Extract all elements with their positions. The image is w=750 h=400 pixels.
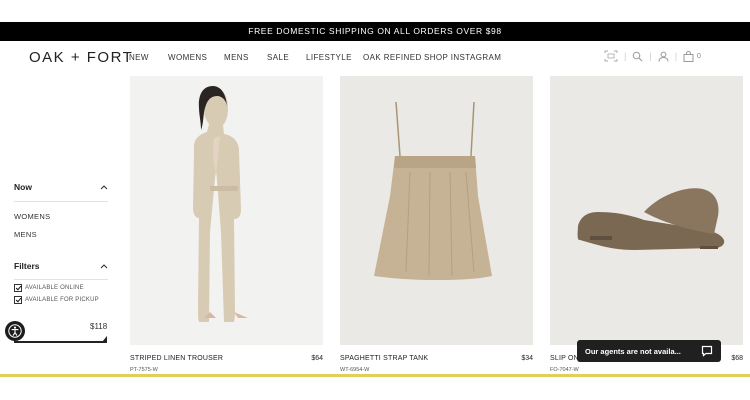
nav-shop-instagram[interactable]: SHOP INSTAGRAM xyxy=(424,53,504,62)
product-sku: WT-6954-W xyxy=(340,367,370,373)
product-price: $68 xyxy=(731,355,743,362)
checkbox-box[interactable] xyxy=(14,296,22,304)
chat-widget[interactable]: Our agents are not availa... xyxy=(577,340,721,362)
product-price: $64 xyxy=(311,355,323,362)
product-sku: PT-7575-W xyxy=(130,367,158,373)
product-card[interactable]: SLIP ON $68 FO-7047-W xyxy=(550,76,743,373)
nav-new[interactable]: NEW xyxy=(129,53,168,62)
chat-status-text: Our agents are not availa... xyxy=(585,346,681,356)
divider xyxy=(14,279,108,280)
checkbox-label: AVAILABLE ONLINE xyxy=(25,285,84,291)
product-name[interactable]: SPAGHETTI STRAP TANK xyxy=(340,355,428,362)
barcode-scan-icon[interactable] xyxy=(604,50,618,62)
chat-bubble-icon xyxy=(701,345,713,357)
divider: | xyxy=(674,51,678,61)
chevron-up-icon xyxy=(100,264,108,269)
product-price: $34 xyxy=(521,355,533,362)
divider: | xyxy=(624,51,627,61)
search-icon[interactable] xyxy=(632,51,643,62)
product-name[interactable]: STRIPED LINEN TROUSER xyxy=(130,355,223,362)
product-card[interactable]: STRIPED LINEN TROUSER $64 PT-7575-W xyxy=(130,76,323,373)
category-mens[interactable]: MENS xyxy=(14,230,37,239)
product-image[interactable] xyxy=(550,76,743,345)
site-logo[interactable]: OAK + FORT xyxy=(29,49,133,66)
cart-count: 0 xyxy=(697,52,701,60)
nav-lifestyle[interactable]: LIFESTYLE xyxy=(306,53,363,62)
nav-sale[interactable]: SALE xyxy=(267,53,306,62)
price-slider-handle[interactable] xyxy=(102,336,107,342)
available-for-pickup-checkbox[interactable]: AVAILABLE FOR PICKUP xyxy=(14,296,99,304)
bottom-margin xyxy=(0,377,750,400)
checkbox-label: AVAILABLE FOR PICKUP xyxy=(25,297,99,303)
nav-oak-refined[interactable]: OAK REFINED xyxy=(363,53,424,62)
price-slider-track[interactable] xyxy=(14,341,107,343)
product-card[interactable]: SPAGHETTI STRAP TANK $34 WT-6954-W xyxy=(340,76,533,373)
checkbox-box[interactable] xyxy=(14,284,22,292)
filters-section-title: Filters xyxy=(14,261,40,271)
product-sku: FO-7047-W xyxy=(550,367,579,373)
product-image[interactable] xyxy=(340,76,533,345)
shopping-bag-icon[interactable] xyxy=(683,50,694,62)
accessibility-button[interactable] xyxy=(5,321,25,341)
new-section-title: Now xyxy=(14,182,32,192)
price-max-label: $118 xyxy=(90,322,108,331)
top-margin xyxy=(0,0,750,22)
main-nav: NEW WOMENS MENS SALE LIFESTYLE OAK REFIN… xyxy=(129,53,504,62)
divider: | xyxy=(649,51,652,61)
product-image[interactable] xyxy=(130,76,323,345)
new-section-header[interactable]: Now xyxy=(14,180,108,194)
nav-mens[interactable]: MENS xyxy=(224,53,267,62)
chevron-up-icon xyxy=(100,185,108,190)
divider xyxy=(14,201,108,202)
category-womens[interactable]: WOMENS xyxy=(14,212,50,221)
accessibility-icon xyxy=(8,324,22,338)
promo-banner: FREE DOMESTIC SHIPPING ON ALL ORDERS OVE… xyxy=(0,22,750,41)
site-header: OAK + FORT NEW WOMENS MENS SALE LIFESTYL… xyxy=(0,41,750,75)
header-icons: | | | 0 xyxy=(604,48,701,64)
nav-womens[interactable]: WOMENS xyxy=(168,53,224,62)
product-name[interactable]: SLIP ON xyxy=(550,355,579,362)
filters-section-header[interactable]: Filters xyxy=(14,259,108,273)
user-icon[interactable] xyxy=(658,51,669,62)
available-online-checkbox[interactable]: AVAILABLE ONLINE xyxy=(14,284,84,292)
